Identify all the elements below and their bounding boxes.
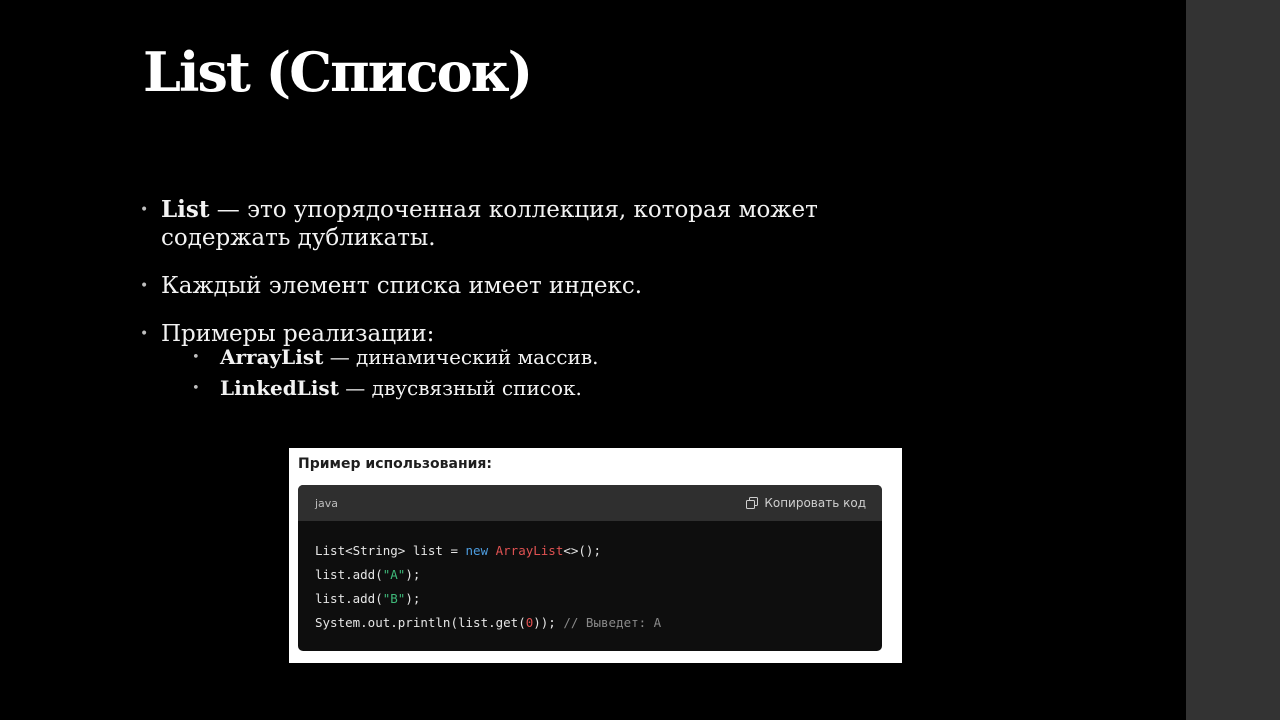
code-token: System.out.println(list.get( [315, 615, 526, 630]
code-token: List<String> list = [315, 543, 466, 558]
bullet-icon [140, 196, 148, 224]
sub-bullet-term: LinkedList [220, 376, 339, 400]
code-block: java Копировать код List<String> list = … [298, 485, 882, 651]
code-string: "B" [382, 591, 406, 606]
code-example-image: Пример использования: java Копировать ко… [289, 448, 902, 663]
code-keyword: new [465, 543, 489, 558]
bullet-item: List — это упорядоченная коллекция, кото… [140, 196, 940, 252]
sub-bullet-text: — двусвязный список. [338, 376, 582, 400]
bullet-term: List [161, 196, 210, 223]
side-strip [1186, 0, 1280, 720]
code-line: list.add("A"); [315, 563, 882, 587]
slide: List (Список) List — это упорядоченная к… [0, 0, 1186, 720]
copy-code-button[interactable]: Копировать код [746, 496, 866, 510]
code-type: ArrayList [495, 543, 564, 558]
code-line: List<String> list = new ArrayList<>(); [315, 539, 882, 563]
bullet-icon [140, 272, 148, 300]
slide-title: List (Список) [143, 40, 533, 104]
code-comment: // Выведет: A [563, 615, 662, 630]
code-caption: Пример использования: [298, 456, 493, 472]
code-token: list.add( [315, 591, 383, 606]
code-language-label: java [315, 497, 339, 510]
code-body: List<String> list = new ArrayList<>(); li… [298, 521, 882, 635]
code-header: java Копировать код [298, 485, 882, 521]
sub-bullet-term: ArrayList [220, 345, 324, 369]
sub-bullet-item: LinkedList — двусвязный список. [140, 373, 940, 404]
bullet-icon [192, 342, 200, 373]
code-token: ); [405, 567, 421, 582]
sub-bullet-item: ArrayList — динамический массив. [140, 342, 940, 373]
bullet-text: Каждый элемент списка имеет индекс. [161, 273, 643, 299]
bullet-text: — это упорядоченная коллекция, которая м… [161, 197, 818, 251]
copy-icon [746, 497, 759, 509]
bullet-list: List — это упорядоченная коллекция, кото… [140, 196, 940, 404]
code-token: <>(); [563, 543, 601, 558]
code-token: list.add( [315, 567, 383, 582]
bullet-icon [192, 373, 200, 404]
copy-code-label: Копировать код [764, 496, 866, 510]
code-token: ); [405, 591, 421, 606]
code-line: System.out.println(list.get(0)); // Выве… [315, 611, 882, 635]
sub-bullet-list: ArrayList — динамический массив. LinkedL… [140, 342, 940, 404]
sub-bullet-text: — динамический массив. [323, 345, 599, 369]
code-token: )); [533, 615, 564, 630]
bullet-item: Каждый элемент списка имеет индекс. [140, 272, 940, 300]
code-line: list.add("B"); [315, 587, 882, 611]
code-string: "A" [382, 567, 406, 582]
